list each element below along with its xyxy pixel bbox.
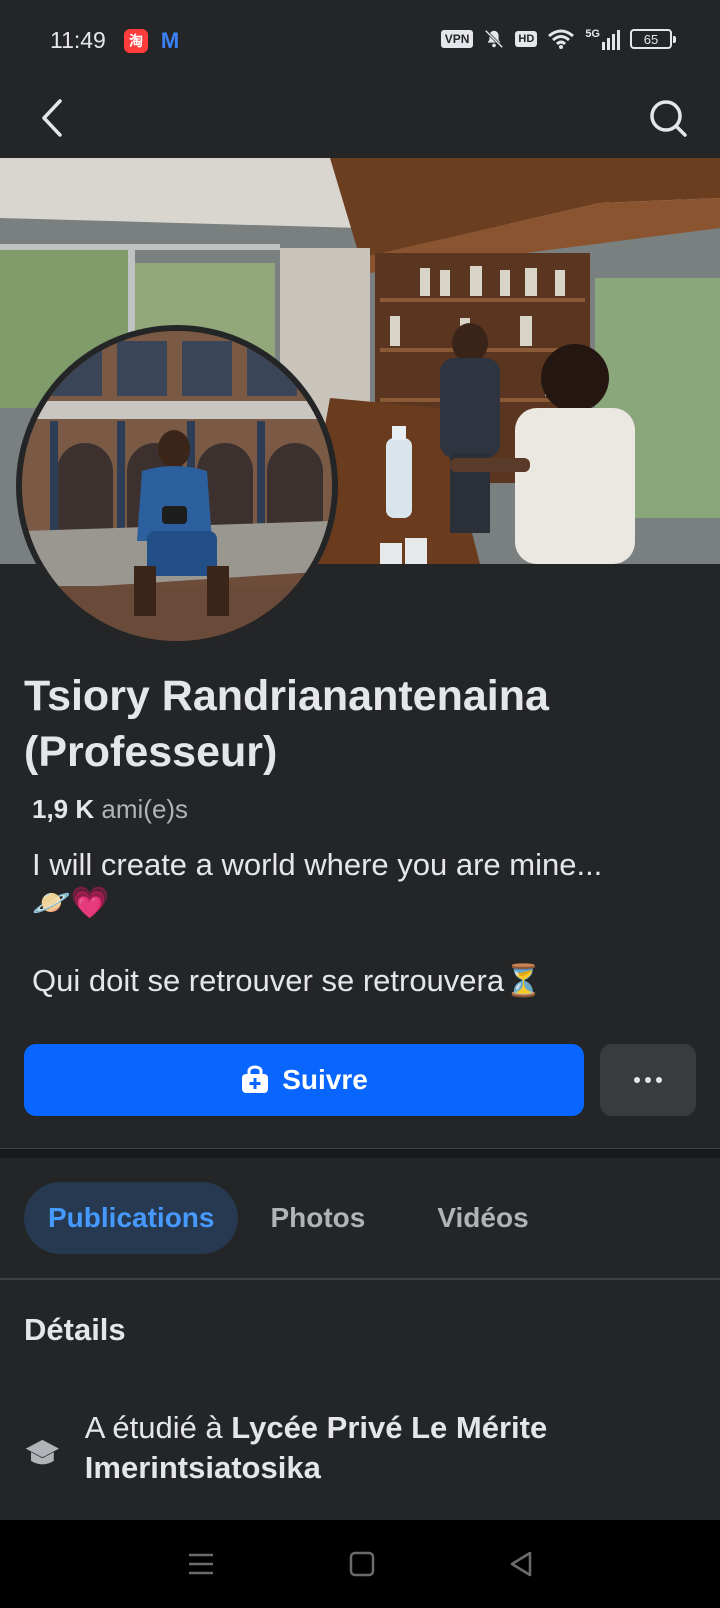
top-nav-bar bbox=[0, 80, 720, 156]
search-icon bbox=[650, 100, 687, 137]
hd-icon: HD bbox=[515, 31, 538, 47]
profile-avatar[interactable] bbox=[16, 325, 338, 647]
friends-count-label: ami(e)s bbox=[101, 794, 189, 824]
bio-line-1: I will create a world where you are mine… bbox=[32, 847, 603, 882]
profile-name: Tsiory Randrianantenaina (Professeur) bbox=[24, 672, 549, 776]
system-nav-bar bbox=[0, 1520, 720, 1608]
bio-line-3: Qui doit se retrouver se retrouvera⏳ bbox=[32, 963, 543, 998]
tab-photos[interactable]: Photos bbox=[246, 1182, 405, 1254]
tab-videos[interactable]: Vidéos bbox=[413, 1182, 568, 1254]
chevron-left-icon bbox=[42, 99, 62, 137]
details-heading: Détails bbox=[24, 1312, 126, 1347]
network-type-label: 5G bbox=[585, 28, 600, 40]
avatar-image bbox=[22, 331, 332, 641]
follow-icon bbox=[242, 1065, 269, 1093]
battery-icon: 65 bbox=[630, 29, 676, 49]
graduation-cap-icon bbox=[25, 1439, 60, 1465]
detail-education[interactable]: A étudié à Lycée Privé Le Mérite Imerint… bbox=[24, 1408, 704, 1488]
taobao-app-icon: 淘 bbox=[124, 29, 148, 53]
signal-icon: 5G bbox=[585, 28, 620, 50]
bio-line-2: 🪐💗 bbox=[32, 885, 110, 920]
search-button[interactable] bbox=[644, 94, 692, 142]
follow-button[interactable]: Suivre bbox=[24, 1044, 584, 1116]
friends-count[interactable]: 1,9 K ami(e)s bbox=[32, 794, 188, 825]
status-time: 11:49 bbox=[50, 27, 106, 53]
follow-button-label: Suivre bbox=[282, 1064, 368, 1095]
mute-bell-icon bbox=[485, 29, 504, 49]
tabs-divider bbox=[0, 1278, 720, 1280]
section-divider bbox=[0, 1148, 720, 1158]
profile-bio: I will create a world where you are mine… bbox=[32, 846, 692, 1000]
more-dots-icon bbox=[634, 1077, 662, 1083]
gmail-app-icon: M bbox=[160, 28, 180, 53]
back-triangle-icon[interactable] bbox=[508, 1550, 534, 1578]
tab-publications[interactable]: Publications bbox=[24, 1182, 239, 1254]
home-icon[interactable] bbox=[349, 1551, 375, 1577]
education-prefix: A étudié à bbox=[84, 1410, 232, 1445]
friends-count-value: 1,9 K bbox=[32, 794, 95, 824]
menu-icon[interactable] bbox=[186, 1551, 216, 1577]
profile-tabs: Publications Photos Vidéos bbox=[24, 1182, 569, 1254]
status-bar: 11:49 淘 M VPN HD 5G 65 bbox=[0, 0, 720, 80]
bio-spacer bbox=[32, 922, 692, 962]
wifi-icon bbox=[548, 29, 575, 49]
status-icons: VPN HD 5G 65 bbox=[440, 28, 676, 50]
more-options-button[interactable] bbox=[600, 1044, 696, 1116]
battery-level: 65 bbox=[643, 31, 659, 47]
vpn-icon: VPN bbox=[440, 30, 474, 48]
back-button[interactable] bbox=[28, 94, 76, 142]
education-text: A étudié à Lycée Privé Le Mérite Imerint… bbox=[85, 1408, 704, 1488]
